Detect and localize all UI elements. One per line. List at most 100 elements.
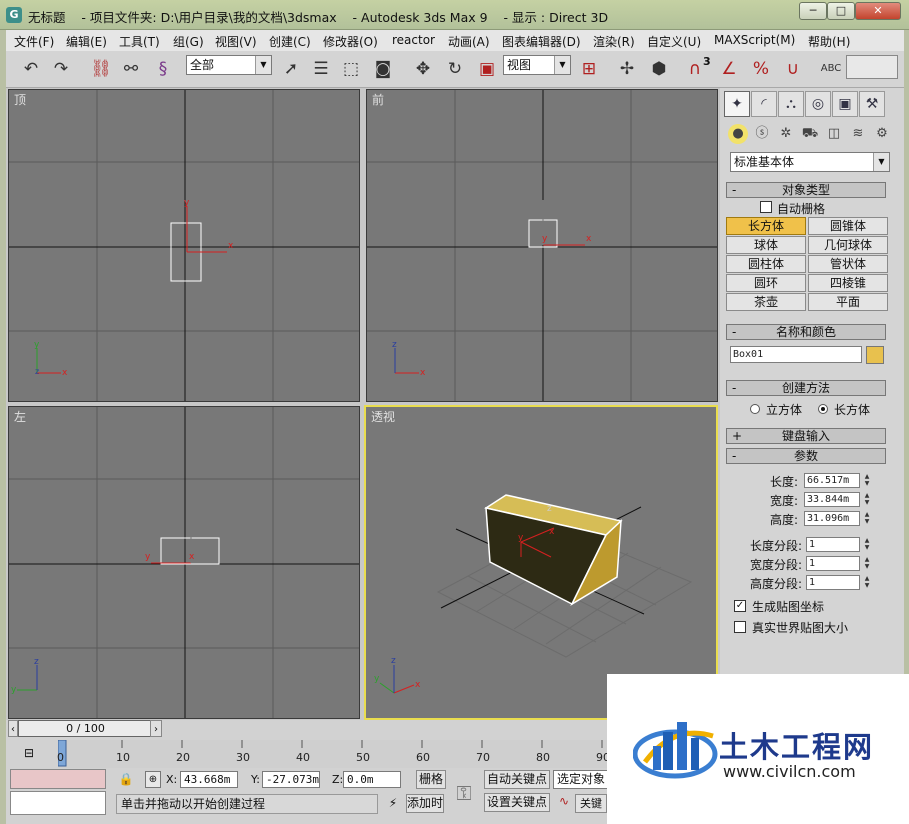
cube-radio[interactable] (750, 404, 760, 414)
select-by-name-icon[interactable]: ☰ (308, 56, 334, 82)
rollout-creation-method[interactable]: - 创建方法 (726, 380, 886, 396)
rotate-icon[interactable]: ↻ (442, 56, 468, 82)
real-world-checkbox[interactable] (734, 621, 746, 633)
gen-mapping-checkbox[interactable]: ✓ (734, 600, 746, 612)
length-segs-spinner[interactable]: ▲ ▼ (862, 537, 872, 552)
rollout-parameters[interactable]: - 参数 (726, 448, 886, 464)
scale-icon[interactable]: ▣ (474, 56, 500, 82)
named-selection-field[interactable] (846, 55, 898, 79)
viewport-label-front[interactable]: 前 (372, 91, 384, 108)
menu-help[interactable]: 帮助(H) (808, 33, 850, 50)
pyramid-button[interactable]: 四棱锥 (808, 274, 888, 292)
helpers-icon[interactable]: ◫ (824, 124, 844, 144)
percent-snap-icon[interactable]: % (748, 56, 774, 82)
x-coord-field[interactable]: 43.668m (180, 771, 238, 788)
viewport-perspective[interactable]: y x z x y z 透视 (364, 405, 718, 720)
systems-icon[interactable]: ⚙ (872, 124, 892, 144)
viewport-label-top[interactable]: 顶 (14, 91, 26, 108)
minimize-button[interactable]: ─ (799, 2, 827, 20)
redo-icon[interactable]: ↷ (48, 56, 74, 82)
sphere-button[interactable]: 球体 (726, 236, 806, 254)
menu-reactor[interactable]: reactor (392, 33, 435, 47)
bind-spacewarp-icon[interactable]: § (150, 56, 176, 82)
selection-filter-select[interactable]: 全部 ▼ (186, 55, 272, 75)
transform-mode-icon[interactable]: ⊕ (145, 771, 161, 788)
rollout-name-color[interactable]: - 名称和颜色 (726, 324, 886, 340)
set-key-button[interactable]: 设置关键点 (484, 793, 550, 812)
app-icon[interactable]: G (6, 7, 22, 23)
lights-icon[interactable]: ✲ (776, 124, 796, 144)
menu-group[interactable]: 组(G) (173, 33, 204, 50)
menu-rendering[interactable]: 渲染(R) (593, 33, 635, 50)
maximize-button[interactable]: □ (827, 2, 855, 20)
key-filters-icon[interactable]: ∿ (555, 794, 573, 812)
menu-animation[interactable]: 动画(A) (448, 33, 490, 50)
length-segs-input[interactable]: 1 (806, 537, 860, 552)
height-input[interactable]: 31.096m (804, 511, 860, 526)
pivot-icon[interactable]: ⊞ (576, 56, 602, 82)
menu-edit[interactable]: 编辑(E) (66, 33, 107, 50)
hierarchy-tab-icon[interactable]: ⛬ (778, 91, 804, 117)
unlink-icon[interactable]: ⚯ (118, 56, 144, 82)
box-button[interactable]: 长方体 (726, 217, 806, 235)
mirror-icon[interactable]: ✢ (614, 56, 640, 82)
named-selection-icon[interactable]: ABC (818, 56, 844, 82)
curve-editor-icon[interactable]: ⊟ (18, 744, 40, 762)
category-select[interactable]: 标准基本体 ▼ (730, 152, 890, 172)
align-icon[interactable]: ⬢ (646, 56, 672, 82)
lock-icon[interactable]: 🔒 (118, 772, 134, 788)
y-coord-field[interactable]: -27.073m (262, 771, 320, 788)
angle-snap-icon[interactable]: ∠ (716, 56, 742, 82)
height-segs-spinner[interactable]: ▲ ▼ (862, 575, 872, 590)
autogrid-checkbox[interactable] (760, 201, 772, 213)
viewport-front[interactable]: x y x z 前 (366, 89, 718, 402)
create-tab-icon[interactable]: ✦ (724, 91, 750, 117)
z-coord-field[interactable]: 0.0m (343, 771, 401, 788)
undo-icon[interactable]: ↶ (18, 56, 44, 82)
time-slider[interactable]: 0 / 100 (18, 720, 153, 737)
object-name-input[interactable]: Box01 (730, 346, 862, 363)
grid-button[interactable]: 栅格 (416, 770, 446, 789)
menu-views[interactable]: 视图(V) (215, 33, 257, 50)
menu-tools[interactable]: 工具(T) (119, 33, 160, 50)
rectangular-region-icon[interactable]: ⬚ (338, 56, 364, 82)
track-bar[interactable] (57, 739, 608, 768)
modify-tab-icon[interactable]: ◜ (751, 91, 777, 117)
length-input[interactable]: 66.517m (804, 473, 860, 488)
tube-button[interactable]: 管状体 (808, 255, 888, 273)
width-segs-input[interactable]: 1 (806, 556, 860, 571)
time-tag-icon[interactable]: ⚡ (384, 796, 402, 814)
menu-customize[interactable]: 自定义(U) (647, 33, 701, 50)
torus-button[interactable]: 圆环 (726, 274, 806, 292)
maxscript-listener-field[interactable] (10, 769, 106, 789)
auto-key-button[interactable]: 自动关键点 (484, 770, 550, 789)
viewport-top[interactable]: x y x y z 顶 (8, 89, 360, 402)
viewport-label-perspective[interactable]: 透视 (371, 408, 395, 425)
spacewarps-icon[interactable]: ≋ (848, 124, 868, 144)
height-spinner[interactable]: ▲ ▼ (862, 511, 872, 526)
title-bar[interactable]: G 无标题 - 项目文件夹: D:\用户目录\我的文档\3dsmax - Aut… (0, 0, 909, 30)
select-link-icon[interactable]: ⛓ (88, 56, 114, 82)
menu-modifiers[interactable]: 修改器(O) (323, 33, 378, 50)
menu-maxscript[interactable]: MAXScript(M) (714, 33, 795, 47)
length-spinner[interactable]: ▲ ▼ (862, 473, 872, 488)
width-input[interactable]: 33.844m (804, 492, 860, 507)
menu-graph-editors[interactable]: 图表编辑器(D) (502, 33, 581, 50)
object-color-swatch[interactable] (866, 346, 884, 364)
plane-button[interactable]: 平面 (808, 293, 888, 311)
time-prev-icon[interactable]: ‹ (8, 720, 18, 737)
box-radio[interactable] (818, 404, 828, 414)
add-time-tag-button[interactable]: 添加时 (406, 794, 444, 813)
move-icon[interactable]: ✥ (410, 56, 436, 82)
spinner-snap-icon[interactable]: ∪ (780, 56, 806, 82)
width-segs-spinner[interactable]: ▲ ▼ (862, 556, 872, 571)
menu-create[interactable]: 创建(C) (269, 33, 311, 50)
maxscript-output-field[interactable] (10, 791, 106, 815)
cameras-icon[interactable]: ⛟ (800, 124, 820, 144)
rollout-object-type[interactable]: - 对象类型 (726, 182, 886, 198)
close-button[interactable]: ✕ (855, 2, 901, 20)
geosphere-button[interactable]: 几何球体 (808, 236, 888, 254)
key-mode-select[interactable]: 选定对象 (553, 770, 613, 789)
rollout-keyboard-entry[interactable]: + 键盘输入 (726, 428, 886, 444)
motion-tab-icon[interactable]: ◎ (805, 91, 831, 117)
